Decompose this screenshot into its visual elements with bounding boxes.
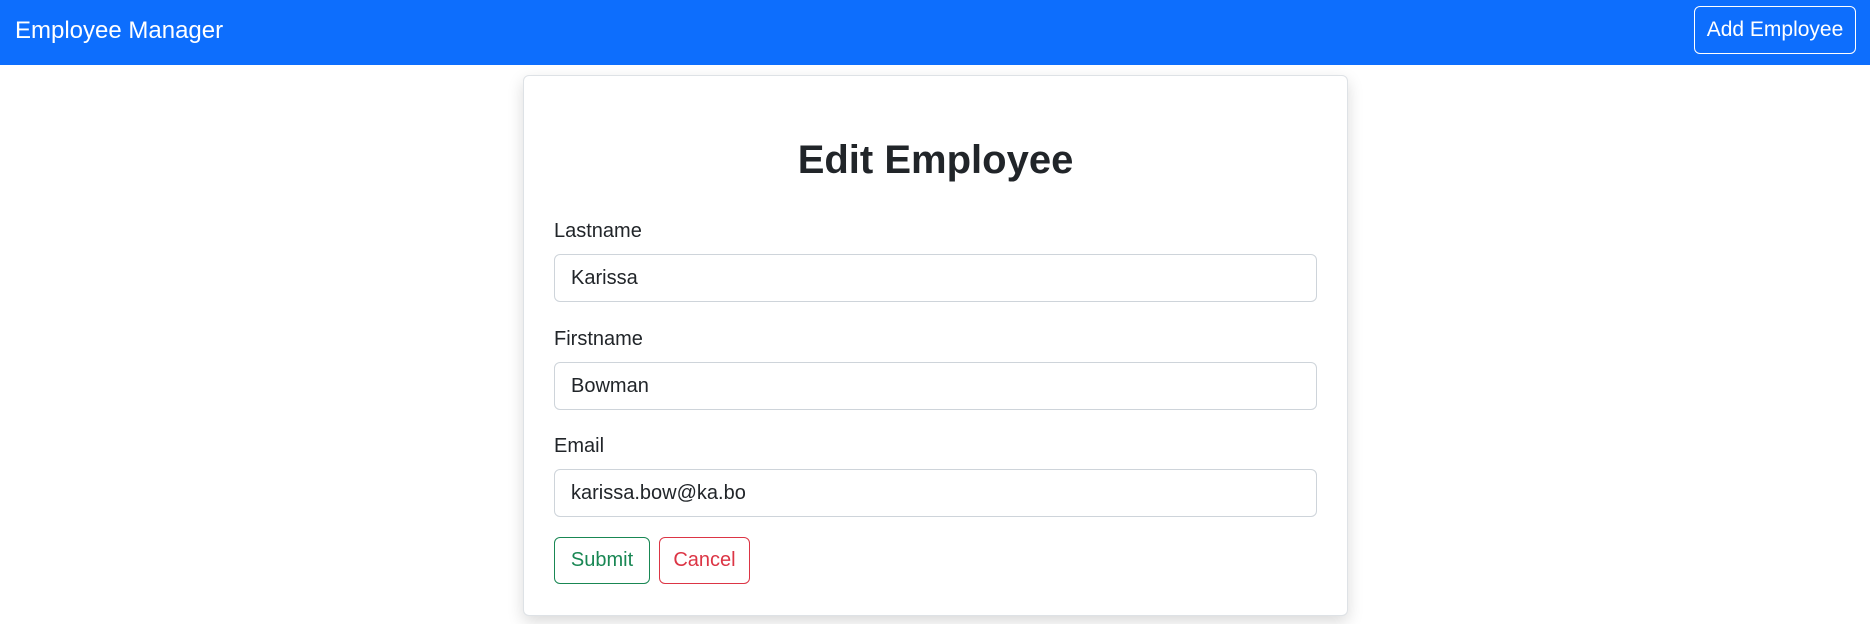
brand-link[interactable]: Employee Manager xyxy=(15,14,223,48)
email-input[interactable] xyxy=(554,469,1317,517)
firstname-input[interactable] xyxy=(554,362,1317,410)
lastname-input[interactable] xyxy=(554,254,1317,302)
page-title: Edit Employee xyxy=(797,138,1074,182)
add-employee-button[interactable]: Add Employee xyxy=(1694,6,1856,54)
edit-employee-card: Edit Employee Lastname Firstname Email S… xyxy=(523,75,1348,616)
email-label: Email xyxy=(554,435,605,457)
navbar: Employee Manager Add Employee xyxy=(0,0,1870,65)
cancel-button[interactable]: Cancel xyxy=(659,537,750,584)
lastname-label: Lastname xyxy=(554,220,642,242)
submit-button[interactable]: Submit xyxy=(554,537,650,584)
firstname-label: Firstname xyxy=(554,328,643,350)
